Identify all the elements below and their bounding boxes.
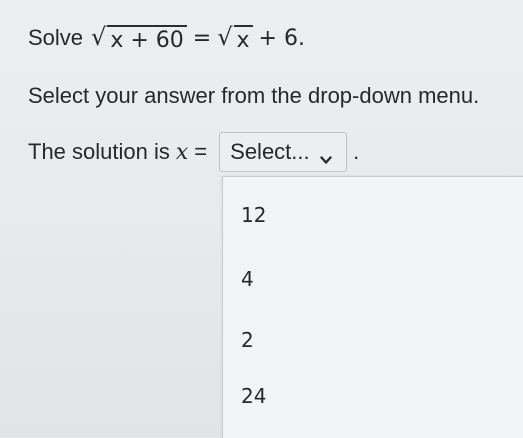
equation: √ x + 60 = √ x + 6. (91, 25, 305, 53)
question-panel: Solve √ x + 60 = √ x + 6. Select your an… (0, 0, 523, 438)
dropdown-option[interactable]: 4 (223, 260, 523, 298)
lhs-radicand: x + 60 (107, 25, 187, 53)
answer-variable: x (175, 139, 189, 165)
dropdown-option[interactable]: 12 (223, 196, 523, 234)
dropdown-option[interactable]: 24 (223, 377, 523, 415)
radical-sign-icon: √ (217, 23, 233, 51)
lhs-square-root: √ x + 60 (91, 25, 187, 53)
rhs-radicand: x (233, 25, 253, 53)
radical-sign-icon: √ (91, 23, 107, 51)
answer-prefix: The solution is (28, 139, 170, 164)
answer-period: . (353, 139, 360, 164)
answer-equals: = (194, 139, 208, 164)
answer-line: The solution is x = Select... . (28, 132, 359, 172)
dropdown-menu: 12 4 2 24 (222, 176, 523, 438)
equation-equals: = (192, 26, 212, 51)
equation-tail: + 6. (258, 26, 305, 51)
dropdown-option[interactable]: 2 (223, 321, 523, 359)
chevron-down-icon (319, 146, 332, 164)
rhs-square-root: √ x (217, 23, 253, 53)
answer-select[interactable]: Select... (219, 132, 348, 172)
problem-prefix: Solve (28, 25, 84, 50)
problem-statement: Solve √ x + 60 = √ x + 6. (28, 25, 305, 53)
instruction-text: Select your answer from the drop-down me… (28, 83, 480, 108)
select-placeholder: Select... (230, 139, 310, 164)
